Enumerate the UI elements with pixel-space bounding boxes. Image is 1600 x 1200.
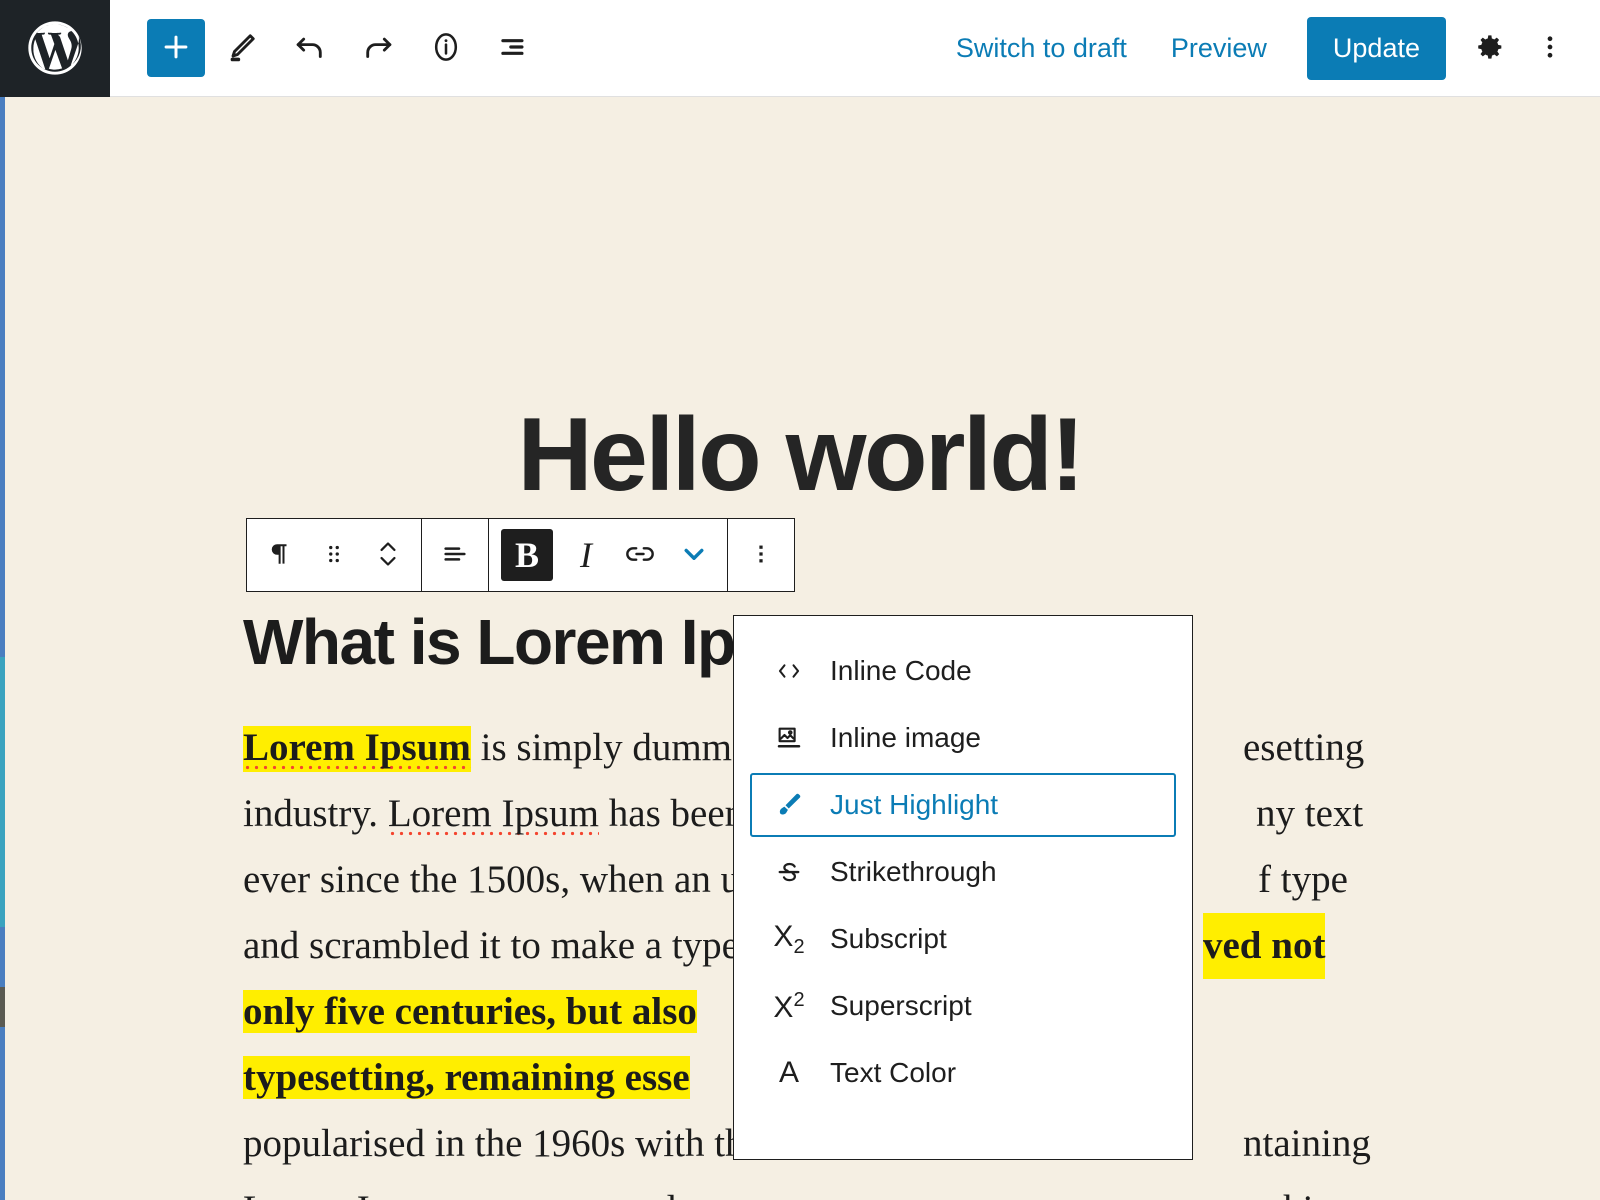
link-icon (621, 538, 659, 573)
drag-handle-button[interactable] (307, 519, 361, 591)
line-tail-text: ntaining (1243, 1122, 1371, 1165)
line-tail-text: ny text (1256, 792, 1364, 835)
menu-item-label: Just Highlight (830, 789, 999, 820)
line-tail-text: esetting (1243, 726, 1365, 769)
menu-item-label: Superscript (830, 990, 972, 1021)
block-toolbar: B I (246, 518, 795, 592)
paragraph-icon (265, 537, 295, 574)
misspelled-text: Lorem Ipsum (243, 1188, 455, 1200)
top-bar-right-actions: Switch to draft Preview Update (934, 16, 1600, 80)
rich-text-format-dropdown: Inline Code Inline image Just Highlight … (733, 615, 1193, 1160)
edit-tool-button[interactable] (211, 17, 273, 79)
three-dots-vertical-icon (748, 537, 774, 574)
highlighted-text: Lorem Ipsum (243, 726, 471, 772)
redo-button[interactable] (347, 17, 409, 79)
block-toolbar-group-align (421, 519, 488, 591)
text-color-icon: A (770, 1058, 808, 1088)
menu-item-inline-image[interactable]: Inline image (750, 706, 1176, 770)
post-title[interactable]: Hello world! (0, 403, 1600, 507)
menu-item-just-highlight[interactable]: Just Highlight (750, 773, 1176, 837)
pencil-icon (224, 29, 260, 68)
more-rich-text-button[interactable] (667, 519, 721, 591)
line-tail-text: f type (1258, 858, 1348, 901)
drag-dots-icon (321, 539, 347, 572)
highlighted-text: only five centuries, but also (243, 990, 697, 1033)
subscript-icon: X2 (770, 919, 808, 958)
menu-item-subscript[interactable]: X2 Subscript (750, 907, 1176, 971)
strikethrough-icon (770, 857, 808, 887)
menu-item-text-color[interactable]: A Text Color (750, 1041, 1176, 1105)
plain-text: popularised in the 1960s with th (243, 1122, 745, 1165)
block-type-paragraph-button[interactable] (253, 519, 307, 591)
block-options-button[interactable] (734, 519, 788, 591)
plus-icon (159, 30, 193, 67)
list-view-icon (495, 28, 533, 69)
chevron-updown-icon (374, 535, 402, 576)
superscript-glyph: X2 (773, 988, 805, 1024)
redo-arrow-icon (359, 28, 397, 69)
settings-button[interactable] (1460, 17, 1520, 79)
paintbrush-icon (770, 789, 808, 821)
superscript-icon: X2 (770, 990, 808, 1023)
plain-text: ever since the 1500s, when an un (243, 858, 760, 901)
details-button[interactable] (415, 17, 477, 79)
menu-item-label: Text Color (830, 1057, 957, 1088)
top-bar-left-tools (110, 17, 545, 79)
plain-text: industry. (243, 792, 388, 835)
switch-to-draft-button[interactable]: Switch to draft (934, 23, 1149, 74)
editor-top-bar: Switch to draft Preview Update (0, 0, 1600, 97)
block-toolbar-group-block (247, 519, 421, 591)
gear-icon (1473, 30, 1507, 67)
highlighted-text: ved not (1203, 913, 1326, 979)
canvas-left-rail (0, 97, 5, 1200)
text-line: Lorem Ipsum passages, and mor shing (243, 1177, 1353, 1200)
undo-button[interactable] (279, 17, 341, 79)
menu-item-label: Strikethrough (830, 856, 997, 887)
plain-text: is simply dumm (470, 726, 733, 769)
menu-item-label: Inline image (830, 722, 981, 753)
block-toolbar-group-format: B I (488, 519, 727, 591)
menu-item-strikethrough[interactable]: Strikethrough (750, 840, 1176, 904)
menu-item-label: Subscript (830, 923, 947, 954)
menu-item-superscript[interactable]: X2 Superscript (750, 974, 1176, 1038)
menu-item-label: Inline Code (830, 655, 972, 686)
list-view-button[interactable] (483, 17, 545, 79)
bold-button[interactable]: B (501, 529, 553, 581)
plain-text: passages, and mor (454, 1188, 749, 1200)
wordpress-logo (23, 16, 87, 80)
align-text-button[interactable] (428, 519, 482, 591)
more-options-button[interactable] (1520, 17, 1580, 79)
align-left-icon (439, 538, 471, 573)
plain-text: has been (599, 792, 745, 835)
highlighted-text: typesetting, remaining esse (243, 1056, 690, 1099)
update-button[interactable]: Update (1306, 16, 1446, 80)
rail-segment-a (0, 657, 5, 927)
misspelled-text: Lorem Ipsum (387, 792, 600, 838)
preview-button[interactable]: Preview (1149, 23, 1289, 74)
wordpress-logo-button[interactable] (0, 0, 110, 97)
three-dots-vertical-icon (1535, 30, 1565, 67)
plain-text: and scrambled it to make a type (243, 924, 739, 967)
move-updown-button[interactable] (361, 519, 415, 591)
subscript-glyph: X2 (773, 919, 805, 958)
rail-segment-b (0, 987, 5, 1027)
menu-item-inline-code[interactable]: Inline Code (750, 639, 1176, 703)
block-toolbar-group-options (727, 519, 794, 591)
line-tail-text: shing (1268, 1177, 1353, 1200)
italic-icon: I (580, 535, 592, 575)
undo-arrow-icon (291, 28, 329, 69)
inline-image-icon (770, 723, 808, 753)
link-button[interactable] (613, 519, 667, 591)
wordpress-block-editor: Switch to draft Preview Update Hello wor… (0, 0, 1600, 1200)
add-block-button[interactable] (147, 19, 205, 77)
info-circle-icon (427, 28, 465, 69)
italic-button[interactable]: I (559, 519, 613, 591)
letter-a-glyph: A (778, 1056, 799, 1089)
code-brackets-icon (770, 657, 808, 685)
chevron-down-icon (677, 537, 711, 574)
